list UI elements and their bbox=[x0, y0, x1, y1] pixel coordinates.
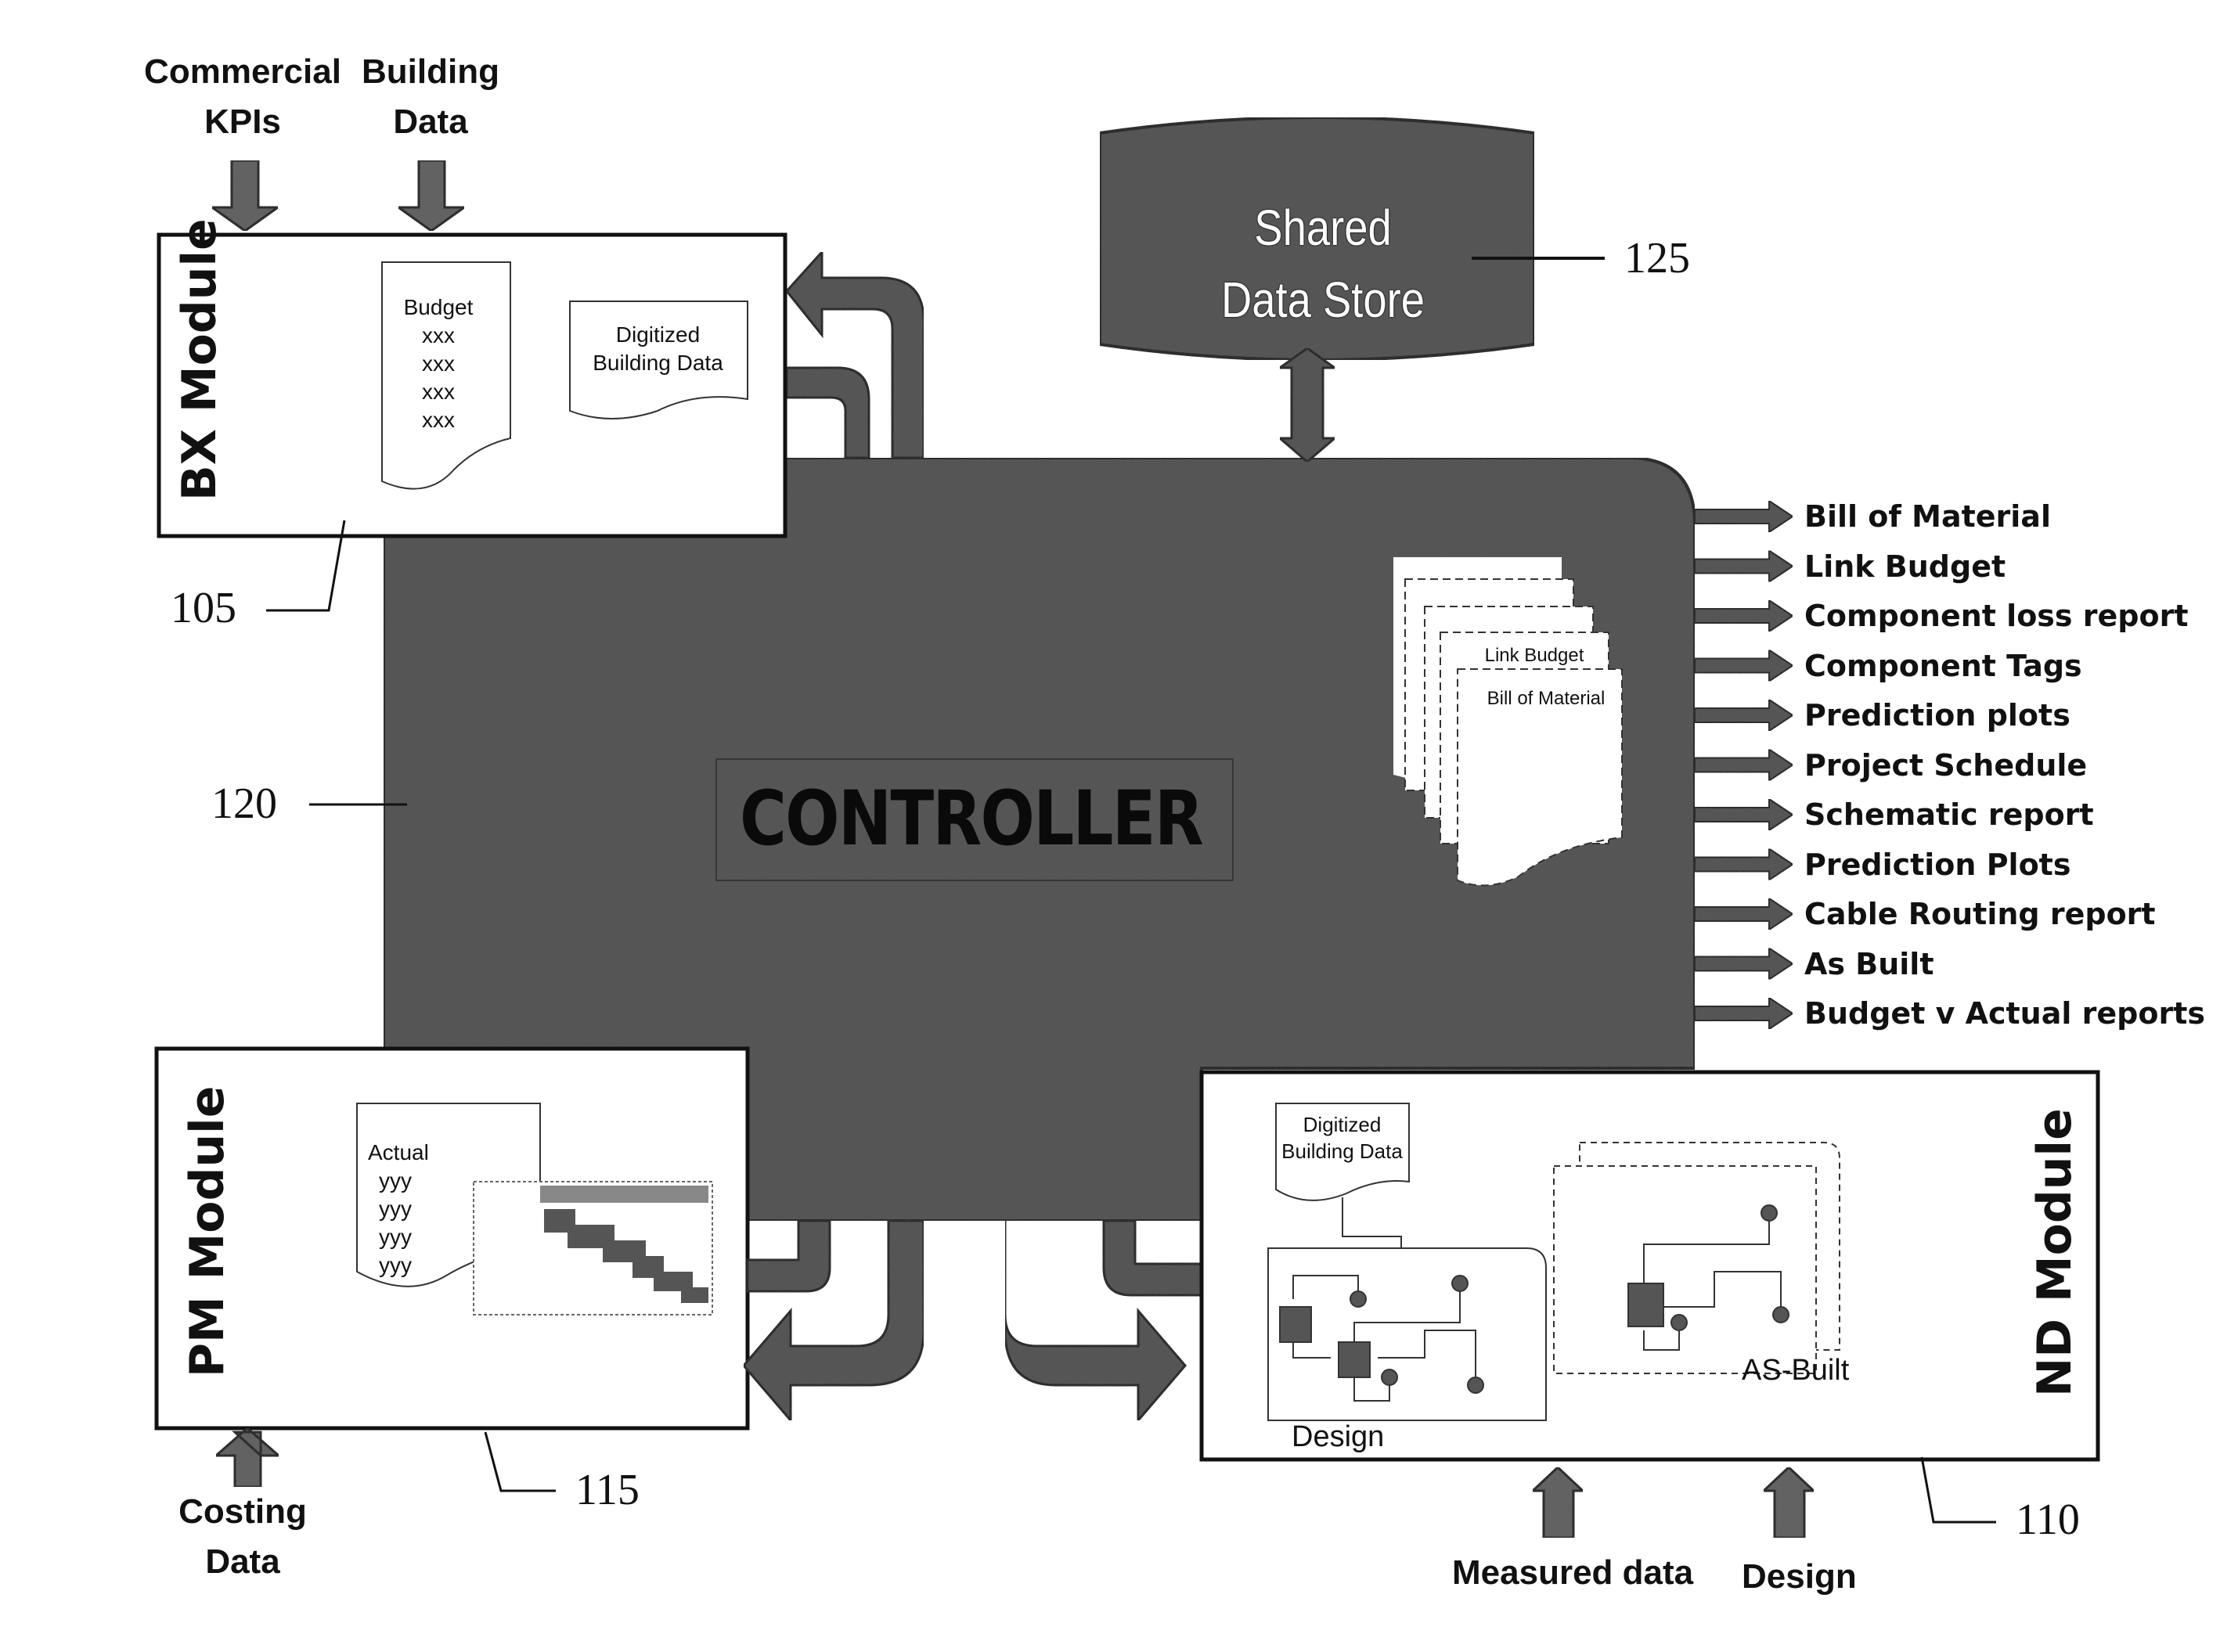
report-stack-front-label: Bill of Material bbox=[1487, 688, 1606, 709]
output-item: Component loss report bbox=[1804, 599, 2189, 633]
commercial-kpis-label: Commercial KPIs bbox=[144, 52, 341, 141]
ref-105: 105 bbox=[171, 584, 236, 632]
bx-digitized-document: Digitized Building Data bbox=[570, 321, 746, 377]
actual-row: yyy bbox=[379, 1253, 412, 1277]
nd-module-title: ND Module bbox=[2027, 1108, 2082, 1397]
bx-digitized-line2: Building Data bbox=[593, 351, 723, 375]
output-arrow-icon bbox=[1694, 747, 1794, 783]
output-arrow-icon bbox=[1694, 946, 1794, 981]
budget-row: xxx bbox=[422, 323, 455, 347]
design-input-label: Design bbox=[1742, 1557, 1857, 1596]
budget-title: Budget bbox=[403, 295, 474, 319]
output-arrow-icon bbox=[1694, 698, 1794, 732]
actual-row: yyy bbox=[379, 1197, 412, 1221]
output-item: Project Schedule bbox=[1804, 747, 2088, 783]
output-arrow-icon bbox=[1694, 599, 1794, 633]
controller-nd-arrows bbox=[1004, 1219, 1203, 1424]
output-item: As Built bbox=[1804, 946, 1934, 981]
output-arrow-icon bbox=[1694, 549, 1794, 584]
ref-120: 120 bbox=[211, 779, 277, 828]
budget-document: Budget xxx xxx xxx xxx bbox=[384, 293, 493, 434]
measured-data-arrow bbox=[1530, 1465, 1586, 1539]
design-caption: Design bbox=[1292, 1420, 1385, 1453]
report-stack-second-label: Link Budget bbox=[1484, 645, 1584, 666]
building-data-arrow bbox=[395, 159, 468, 232]
costing-data-arrow bbox=[213, 1427, 282, 1488]
shared-data-store[interactable]: Shared Data Store bbox=[1127, 192, 1519, 336]
controller-pm-arrows bbox=[742, 1219, 925, 1424]
actual-row: yyy bbox=[379, 1225, 412, 1249]
budget-row: xxx bbox=[422, 351, 455, 376]
output-item: Link Budget bbox=[1804, 549, 2006, 584]
shared-data-store-line2: Data Store bbox=[1220, 272, 1425, 328]
actual-document: Actual yyy yyy yyy yyy bbox=[368, 1139, 438, 1279]
nd-digitized-document: Digitized Building Data bbox=[1278, 1111, 1407, 1164]
output-arrows bbox=[1694, 499, 1794, 1031]
pm-module-title: PM Module bbox=[180, 1085, 235, 1377]
budget-row: xxx bbox=[422, 408, 455, 432]
asbuilt-schematic-frame bbox=[1553, 1142, 1840, 1374]
nd-digitized-line2: Building Data bbox=[1281, 1139, 1403, 1163]
ref-125: 125 bbox=[1624, 234, 1690, 283]
output-item: Component Tags bbox=[1804, 648, 2082, 683]
nd-digitized-line1: Digitized bbox=[1303, 1113, 1382, 1136]
building-data-label: Building Data bbox=[362, 52, 499, 141]
shared-data-store-line1: Shared bbox=[1254, 200, 1392, 256]
controller-label: CONTROLLER bbox=[740, 775, 1204, 862]
budget-row: xxx bbox=[422, 380, 455, 404]
output-item: Bill of Material bbox=[1804, 499, 2051, 534]
output-arrow-icon bbox=[1694, 648, 1794, 683]
costing-data-label: Costing Data bbox=[178, 1492, 307, 1581]
gantt-chart-icon bbox=[473, 1181, 713, 1315]
output-arrow-icon bbox=[1694, 996, 1794, 1031]
actual-title: Actual bbox=[368, 1140, 429, 1164]
actual-row: yyy bbox=[379, 1168, 412, 1193]
bx-module-title: BX Module bbox=[172, 218, 227, 501]
controller-to-bx-arrow bbox=[785, 249, 925, 459]
store-controller-arrow bbox=[1276, 347, 1339, 463]
ref-115: 115 bbox=[575, 1466, 640, 1514]
ref-110: 110 bbox=[2016, 1495, 2080, 1544]
output-item: Schematic report bbox=[1804, 797, 2094, 832]
design-input-arrow bbox=[1761, 1465, 1817, 1539]
output-item: Cable Routing report bbox=[1804, 897, 2156, 931]
measured-data-label: Measured data bbox=[1452, 1553, 1694, 1592]
bx-digitized-line1: Digitized bbox=[615, 322, 701, 347]
output-arrow-icon bbox=[1694, 847, 1794, 882]
output-arrow-icon bbox=[1694, 897, 1794, 931]
output-arrow-icon bbox=[1694, 499, 1794, 534]
output-arrow-icon bbox=[1694, 797, 1794, 832]
ref-115-leader bbox=[484, 1431, 556, 1492]
ref-110-leader bbox=[1920, 1456, 1996, 1524]
output-item: Prediction plots bbox=[1804, 698, 2070, 732]
asbuilt-caption: AS-Built bbox=[1742, 1354, 1850, 1387]
output-item: Budget v Actual reports bbox=[1804, 996, 2205, 1031]
output-item: Prediction Plots bbox=[1804, 847, 2071, 882]
